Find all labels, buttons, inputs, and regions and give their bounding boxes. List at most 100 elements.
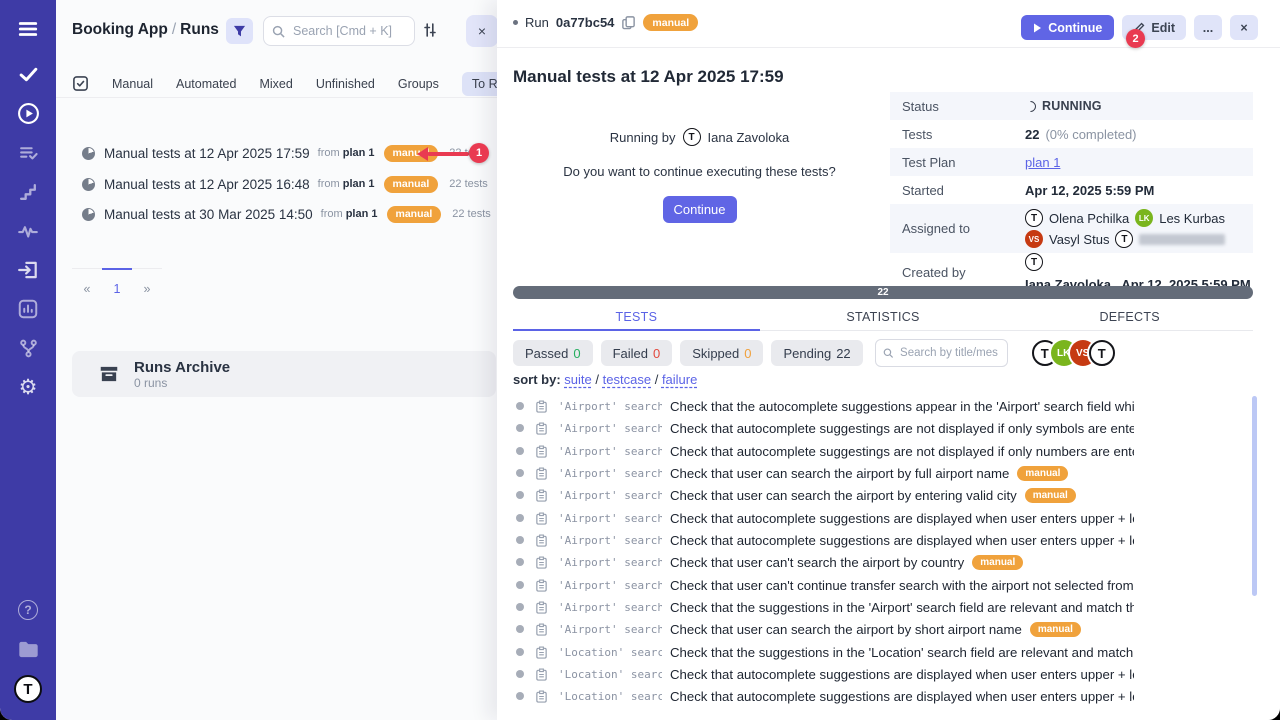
activity-icon[interactable] xyxy=(0,219,56,243)
user-avatar[interactable]: T xyxy=(0,674,56,704)
run-status-icon xyxy=(82,208,95,221)
tab-to-review[interactable]: To Review xyxy=(462,72,500,96)
assignee-filter-stack[interactable]: T LK VS T xyxy=(1032,340,1115,366)
tab-manual[interactable]: Manual xyxy=(112,77,153,91)
tab-defects[interactable]: DEFECTS xyxy=(1006,305,1253,331)
archive-subtitle: 0 runs xyxy=(134,376,230,390)
assignee-avatar: T xyxy=(1025,209,1043,227)
test-cases-icon[interactable] xyxy=(0,141,56,165)
tab-statistics[interactable]: STATISTICS xyxy=(760,305,1007,331)
tab-unfinished[interactable]: Unfinished xyxy=(316,77,375,91)
tab-groups[interactable]: Groups xyxy=(398,77,439,91)
menu-icon[interactable] xyxy=(0,17,56,41)
pagination-page-1[interactable]: 1 xyxy=(102,268,132,296)
search-input[interactable] xyxy=(291,23,406,39)
filter-button[interactable] xyxy=(226,18,253,44)
inbox-arrow-icon[interactable] xyxy=(0,257,56,283)
tab-mixed[interactable]: Mixed xyxy=(259,77,292,91)
select-all-icon[interactable] xyxy=(72,75,89,92)
tests-search[interactable] xyxy=(875,339,1008,367)
archive-title: Runs Archive xyxy=(134,359,230,376)
progress-bar: 22 xyxy=(513,286,1253,299)
close-run-button[interactable]: × xyxy=(1230,15,1258,40)
runs-search[interactable] xyxy=(263,16,415,46)
test-row[interactable]: 'Location' searc... Check that the sugge… xyxy=(497,641,1280,663)
run-identifier: Run 0a77bc54 manual xyxy=(513,14,698,31)
run-title: Manual tests at 30 Mar 2025 14:50 xyxy=(104,207,313,222)
sort-failure-link[interactable]: failure xyxy=(662,372,697,387)
view-settings-icon[interactable] xyxy=(422,22,438,43)
testcase-icon xyxy=(535,445,548,458)
running-by: Running by T Iana Zavoloka xyxy=(610,128,789,146)
tests-label: Tests xyxy=(890,127,1025,142)
test-row[interactable]: 'Location' searc... Check that autocompl… xyxy=(497,663,1280,685)
test-row[interactable]: 'Location' searc... Check that autocompl… xyxy=(497,685,1280,707)
folder-icon[interactable] xyxy=(0,636,56,662)
play-icon xyxy=(1033,23,1042,33)
plan-link[interactable]: plan 1 xyxy=(1025,155,1060,170)
test-row[interactable]: 'Airport' search... Check that user can … xyxy=(497,618,1280,640)
continue-cta-button[interactable]: Continue xyxy=(663,196,737,223)
continue-prompt: Running by T Iana Zavoloka Do you want t… xyxy=(513,128,886,223)
avatar-initial: T xyxy=(14,675,42,703)
more-button[interactable]: ... xyxy=(1194,15,1222,40)
test-row[interactable]: 'Airport' search... Check that autocompl… xyxy=(497,440,1280,462)
panel-close-button[interactable]: × xyxy=(466,15,498,47)
breadcrumb-app[interactable]: Booking App xyxy=(72,21,168,38)
tests-completed: (0% completed) xyxy=(1045,127,1136,142)
run-list-item-3[interactable]: Manual tests at 30 Mar 2025 14:50 from p… xyxy=(56,202,500,226)
annotation-step-2: 2 xyxy=(1126,29,1145,48)
filter-skipped[interactable]: Skipped0 xyxy=(680,340,763,366)
tests-search-input[interactable] xyxy=(898,346,1000,360)
avatar-t2[interactable]: T xyxy=(1089,340,1115,366)
run-label: Run xyxy=(525,15,549,30)
manual-badge: manual xyxy=(384,176,439,193)
pagination-prev[interactable]: « xyxy=(72,268,102,296)
run-detail-tabs: TESTS STATISTICS DEFECTS xyxy=(513,305,1253,331)
test-status-dot xyxy=(516,514,524,522)
help-icon[interactable]: ? xyxy=(0,598,56,622)
test-title: Check that autocomplete suggestions are … xyxy=(670,533,1134,548)
test-row[interactable]: 'Airport' search... Check that autocompl… xyxy=(497,417,1280,439)
filter-failed[interactable]: Failed0 xyxy=(601,340,673,366)
tab-automated[interactable]: Automated xyxy=(176,77,236,91)
filter-pending[interactable]: Pending22 xyxy=(771,340,862,366)
steps-icon[interactable] xyxy=(0,180,56,204)
run-bullet-icon xyxy=(513,20,518,25)
breadcrumb-separator: / xyxy=(168,21,180,38)
test-title: Check that autocomplete suggestings are … xyxy=(670,444,1134,459)
runs-archive-card[interactable]: Runs Archive 0 runs xyxy=(72,351,496,397)
check-icon[interactable] xyxy=(0,62,56,86)
branch-icon[interactable] xyxy=(0,335,56,361)
test-suite: 'Location' searc... xyxy=(558,646,662,659)
test-row[interactable]: 'Airport' search... Check that autocompl… xyxy=(497,529,1280,551)
filter-passed[interactable]: Passed0 xyxy=(513,340,593,366)
test-suite: 'Airport' search... xyxy=(558,512,662,525)
run-list-item-2[interactable]: Manual tests at 12 Apr 2025 16:48 from p… xyxy=(56,172,500,196)
sort-testcase-link[interactable]: testcase xyxy=(603,372,651,387)
sort-suite-link[interactable]: suite xyxy=(564,372,591,387)
test-row[interactable]: 'Airport' search... Check that the sugge… xyxy=(497,596,1280,618)
test-row[interactable]: 'Airport' search... Check that user can … xyxy=(497,484,1280,506)
assignee-avatar: VS xyxy=(1025,230,1043,248)
tests-count: 22 xyxy=(1025,127,1039,142)
scrollbar-thumb[interactable] xyxy=(1252,396,1257,596)
test-row[interactable]: 'Airport' search... Check that autocompl… xyxy=(497,507,1280,529)
runs-play-icon[interactable] xyxy=(0,101,56,125)
assignee-avatar: T xyxy=(1115,230,1133,248)
runner-name: Iana Zavoloka xyxy=(708,130,790,145)
testcase-icon xyxy=(535,646,548,659)
reports-icon[interactable] xyxy=(0,296,56,322)
continue-button[interactable]: Continue xyxy=(1021,15,1114,40)
tab-tests[interactable]: TESTS xyxy=(513,305,760,331)
test-status-dot xyxy=(516,625,524,633)
test-row[interactable]: 'Airport' search... Check that user can'… xyxy=(497,574,1280,596)
gear-icon[interactable]: ⚙ xyxy=(0,374,56,400)
test-row[interactable]: 'Airport' search... Check that user can … xyxy=(497,462,1280,484)
test-row[interactable]: 'Airport' search... Check that user can'… xyxy=(497,551,1280,573)
test-row[interactable]: 'Airport' search... Check that the autoc… xyxy=(497,395,1280,417)
pagination-next[interactable]: » xyxy=(132,268,162,296)
running-by-label: Running by xyxy=(610,130,676,145)
manual-badge: manual xyxy=(643,14,698,31)
copy-icon[interactable] xyxy=(621,15,636,30)
